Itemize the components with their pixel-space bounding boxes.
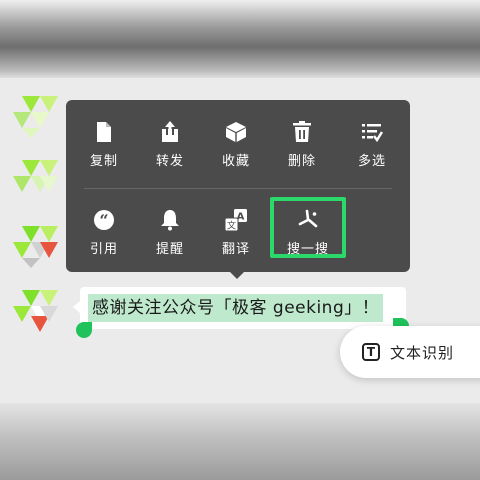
- menu-item-label: 多选: [357, 154, 386, 169]
- menu-item-label: 复制: [89, 154, 118, 169]
- blurred-header: [0, 0, 480, 78]
- selection-handle-start[interactable]: [76, 322, 92, 338]
- avatar[interactable]: [12, 224, 68, 270]
- message-bubble-tail: [73, 300, 81, 314]
- menu-item-label: 引用: [89, 242, 118, 257]
- forward-icon: [158, 120, 182, 144]
- favorite-icon: [224, 120, 248, 144]
- text-recognition-button[interactable]: T 文本识别: [340, 326, 480, 378]
- bell-icon: [158, 208, 182, 232]
- context-menu-pointer: [228, 270, 246, 279]
- avatar[interactable]: [12, 288, 68, 334]
- svg-text:“: “: [99, 211, 108, 230]
- menu-item-label: 删除: [287, 154, 316, 169]
- menu-item-quote[interactable]: “ 引用: [72, 208, 136, 260]
- text-recognition-icon: T: [362, 343, 380, 361]
- message-text[interactable]: 感谢关注公众号「极客 geeking」！: [88, 294, 384, 322]
- multi-select-icon: [360, 120, 384, 144]
- menu-item-delete[interactable]: 删除: [270, 120, 334, 172]
- menu-item-translate[interactable]: A 文 翻译: [204, 208, 268, 260]
- menu-item-forward[interactable]: 转发: [138, 120, 202, 172]
- menu-item-remind[interactable]: 提醒: [138, 208, 202, 260]
- copy-icon: [92, 120, 116, 144]
- menu-item-copy[interactable]: 复制: [72, 120, 136, 172]
- menu-item-favorite[interactable]: 收藏: [204, 120, 268, 172]
- translate-icon: A 文: [224, 208, 248, 232]
- avatar[interactable]: [12, 94, 68, 140]
- blurred-footer: [0, 403, 480, 480]
- menu-item-multi-select[interactable]: 多选: [340, 120, 404, 172]
- delete-icon: [290, 120, 314, 144]
- text-recognition-label: 文本识别: [390, 343, 455, 362]
- avatar[interactable]: [12, 158, 68, 204]
- quote-icon: “: [92, 208, 116, 232]
- search-highlight-box: [270, 197, 346, 258]
- menu-item-label: 提醒: [155, 242, 184, 257]
- menu-divider: [84, 188, 392, 189]
- menu-item-label: 收藏: [221, 154, 250, 169]
- svg-text:文: 文: [227, 220, 236, 232]
- menu-item-label: 转发: [155, 154, 184, 169]
- menu-item-label: 翻译: [221, 242, 250, 257]
